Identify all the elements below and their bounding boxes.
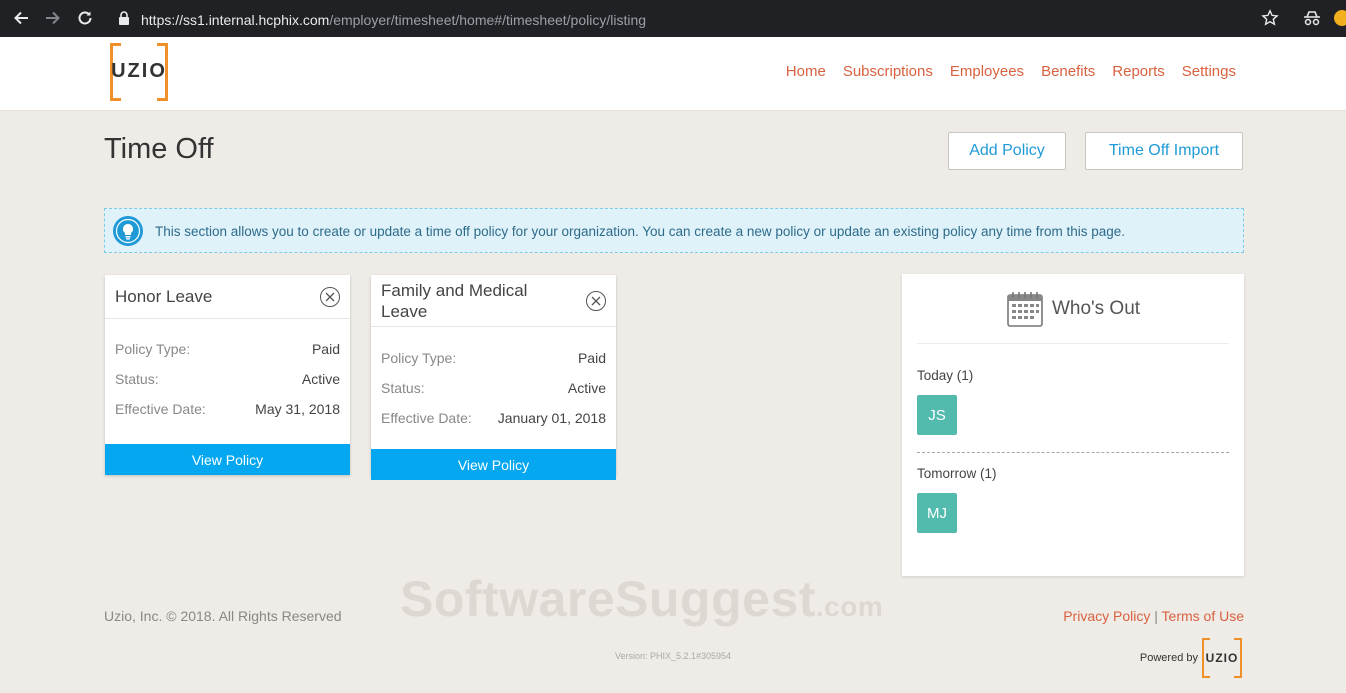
close-icon[interactable] (320, 287, 340, 307)
whos-out-header: Who's Out (917, 274, 1229, 344)
page-title: Time Off (104, 133, 214, 165)
avatar[interactable]: MJ (917, 493, 957, 533)
policy-card: Honor Leave Policy Type: Paid Status: Acti… (105, 275, 350, 475)
card-header: Honor Leave (105, 275, 350, 319)
whos-out-panel: Who's Out Today (1) JS Tomorrow (1) MJ (902, 274, 1244, 576)
status-value: Active (301, 371, 340, 387)
lightbulb-icon (113, 216, 143, 246)
card-body: Policy Type: Paid Status: Active Effective… (371, 327, 616, 433)
effective-date-row: Effective Date: January 01, 2018 (381, 403, 606, 433)
app-header: UZIO Home Subscriptions Employees Benefi… (0, 37, 1346, 111)
nav-reports[interactable]: Reports (1112, 63, 1165, 80)
nav-home[interactable]: Home (786, 63, 826, 80)
copyright-text: Uzio, Inc. © 2018. All Rights Reserved (104, 608, 342, 624)
logo-text: UZIO (111, 60, 167, 82)
card-header: Family and Medical Leave (371, 275, 616, 327)
policy-title: Family and Medical Leave (381, 280, 528, 321)
policy-type-row: Policy Type: Paid (381, 343, 606, 373)
main-nav: Home Subscriptions Employees Benefits Re… (786, 63, 1236, 80)
browser-toolbar: https://ss1.internal.hcphix.com/employer… (0, 0, 1346, 37)
back-arrow-icon[interactable] (10, 7, 32, 29)
nav-benefits[interactable]: Benefits (1041, 63, 1095, 80)
whos-out-title: Who's Out (1051, 297, 1141, 319)
time-off-import-button[interactable]: Time Off Import (1085, 132, 1243, 170)
tomorrow-label: Tomorrow (1) (917, 466, 997, 481)
status-value: Active (567, 380, 606, 396)
powered-by-label: Powered by (1139, 652, 1198, 664)
address-bar[interactable]: https://ss1.internal.hcphix.com/employer… (106, 3, 1292, 33)
nav-employees[interactable]: Employees (950, 63, 1024, 80)
footer-logo-text: UZIO (1205, 651, 1239, 665)
today-label: Today (1) (917, 368, 974, 383)
watermark-main: SoftwareSuggest (400, 571, 816, 627)
terms-of-use-link[interactable]: Terms of Use (1162, 608, 1244, 624)
card-body: Policy Type: Paid Status: Active Effective… (105, 319, 350, 424)
effective-date-value: January 01, 2018 (497, 410, 606, 426)
effective-date-value: May 31, 2018 (255, 401, 340, 417)
footer-separator: | (1154, 608, 1158, 624)
powered-by: Powered by UZIO (1140, 638, 1242, 678)
watermark-suffix: .com (815, 591, 884, 622)
policy-type-label: Policy Type: (381, 350, 457, 366)
nav-settings[interactable]: Settings (1182, 63, 1236, 80)
add-policy-button[interactable]: Add Policy (948, 132, 1066, 170)
url-text: https://ss1.internal.hcphix.com/employer… (141, 12, 646, 28)
policy-type-row: Policy Type: Paid (115, 334, 340, 364)
uzio-footer-logo[interactable]: UZIO (1202, 638, 1242, 678)
profile-avatar-icon[interactable] (1334, 10, 1346, 26)
incognito-icon[interactable] (1302, 9, 1322, 27)
status-row: Status: Active (115, 364, 340, 394)
status-label: Status: (115, 371, 159, 387)
watermark: SoftwareSuggest.com (400, 570, 883, 628)
avatar[interactable]: JS (917, 395, 957, 435)
close-icon[interactable] (586, 291, 606, 311)
effective-date-label: Effective Date: (381, 410, 472, 426)
effective-date-row: Effective Date: May 31, 2018 (115, 394, 340, 424)
divider (917, 452, 1229, 453)
reload-icon[interactable] (74, 7, 96, 29)
forward-arrow-icon[interactable] (42, 7, 64, 29)
calendar-icon (1007, 291, 1043, 327)
view-policy-button[interactable]: View Policy (105, 444, 350, 475)
uzio-logo[interactable]: UZIO (110, 43, 168, 101)
url-path: /employer/timesheet/home#/timesheet/poli… (329, 12, 647, 28)
info-text: This section allows you to create or upd… (155, 224, 1126, 239)
info-banner: This section allows you to create or upd… (104, 208, 1244, 253)
lock-icon (119, 11, 129, 25)
url-host: https://ss1.internal.hcphix.com (141, 12, 330, 28)
policy-type-value: Paid (311, 341, 340, 357)
nav-subscriptions[interactable]: Subscriptions (843, 63, 933, 80)
policy-type-value: Paid (577, 350, 606, 366)
view-policy-button[interactable]: View Policy (371, 449, 616, 480)
policy-card: Family and Medical Leave Policy Type: Pai… (371, 275, 616, 480)
status-label: Status: (381, 380, 425, 396)
bookmark-star-icon[interactable] (1261, 9, 1279, 27)
policy-type-label: Policy Type: (115, 341, 191, 357)
effective-date-label: Effective Date: (115, 401, 206, 417)
policy-title: Honor Leave (115, 287, 213, 306)
footer-links: Privacy Policy | Terms of Use (1063, 608, 1244, 624)
status-row: Status: Active (381, 373, 606, 403)
privacy-policy-link[interactable]: Privacy Policy (1063, 608, 1150, 624)
